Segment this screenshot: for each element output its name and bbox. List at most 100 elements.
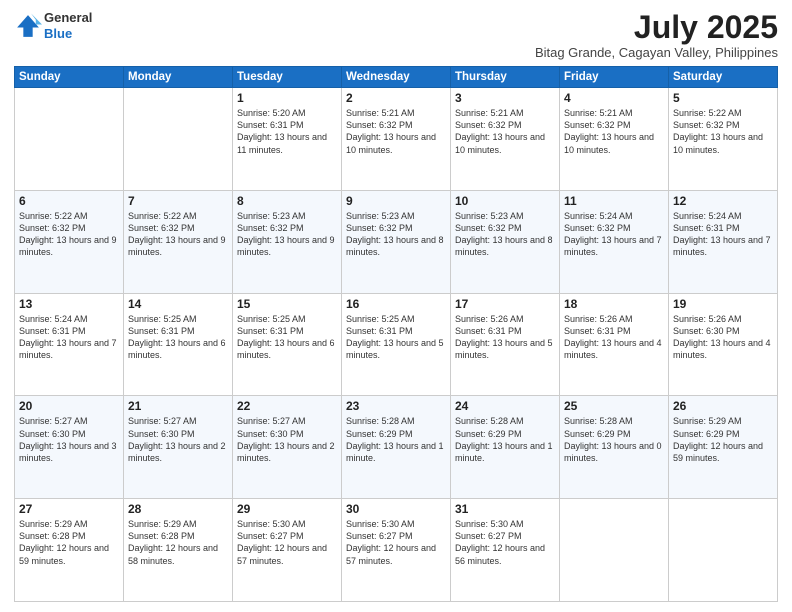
calendar-cell [15,88,124,191]
weekday-header: Saturday [669,67,778,88]
day-number: 5 [673,91,773,105]
calendar-cell: 18 Sunrise: 5:26 AM Sunset: 6:31 PM Dayli… [560,293,669,396]
day-number: 17 [455,297,555,311]
calendar-body: 1 Sunrise: 5:20 AM Sunset: 6:31 PM Daylig… [15,88,778,602]
day-number: 8 [237,194,337,208]
calendar-cell: 7 Sunrise: 5:22 AM Sunset: 6:32 PM Daylig… [124,190,233,293]
weekday-row: SundayMondayTuesdayWednesdayThursdayFrid… [15,67,778,88]
calendar-week-row: 27 Sunrise: 5:29 AM Sunset: 6:28 PM Dayli… [15,499,778,602]
calendar-cell [124,88,233,191]
day-detail: Sunrise: 5:27 AM Sunset: 6:30 PM Dayligh… [237,415,337,464]
logo-general: General [44,10,92,26]
day-detail: Sunrise: 5:21 AM Sunset: 6:32 PM Dayligh… [564,107,664,156]
page: General Blue July 2025 Bitag Grande, Cag… [0,0,792,612]
calendar-cell: 27 Sunrise: 5:29 AM Sunset: 6:28 PM Dayli… [15,499,124,602]
day-number: 2 [346,91,446,105]
day-detail: Sunrise: 5:27 AM Sunset: 6:30 PM Dayligh… [128,415,228,464]
logo-blue: Blue [44,26,92,42]
calendar-cell: 26Sunrise: 5:29 AM Sunset: 6:29 PM Dayli… [669,396,778,499]
day-detail: Sunrise: 5:25 AM Sunset: 6:31 PM Dayligh… [237,313,337,362]
logo-text: General Blue [44,10,92,41]
day-number: 10 [455,194,555,208]
day-number: 6 [19,194,119,208]
calendar-cell: 25 Sunrise: 5:28 AM Sunset: 6:29 PM Dayli… [560,396,669,499]
calendar-cell [669,499,778,602]
calendar-week-row: 6 Sunrise: 5:22 AM Sunset: 6:32 PM Daylig… [15,190,778,293]
calendar-cell: 14Sunrise: 5:25 AM Sunset: 6:31 PM Dayli… [124,293,233,396]
calendar-cell: 23Sunrise: 5:28 AM Sunset: 6:29 PM Dayli… [342,396,451,499]
day-detail: Sunrise: 5:29 AM Sunset: 6:28 PM Dayligh… [128,518,228,567]
day-detail: Sunrise: 5:24 AM Sunset: 6:31 PM Dayligh… [19,313,119,362]
day-detail: Sunrise: 5:27 AM Sunset: 6:30 PM Dayligh… [19,415,119,464]
day-number: 23 [346,399,446,413]
day-number: 12 [673,194,773,208]
day-number: 27 [19,502,119,516]
day-detail: Sunrise: 5:26 AM Sunset: 6:30 PM Dayligh… [673,313,773,362]
calendar-cell: 20Sunrise: 5:27 AM Sunset: 6:30 PM Dayli… [15,396,124,499]
calendar-cell: 5 Sunrise: 5:22 AM Sunset: 6:32 PM Daylig… [669,88,778,191]
header: General Blue July 2025 Bitag Grande, Cag… [14,10,778,60]
calendar-cell: 2 Sunrise: 5:21 AM Sunset: 6:32 PM Daylig… [342,88,451,191]
day-number: 26 [673,399,773,413]
calendar-cell: 13 Sunrise: 5:24 AM Sunset: 6:31 PM Dayli… [15,293,124,396]
day-detail: Sunrise: 5:23 AM Sunset: 6:32 PM Dayligh… [346,210,446,259]
calendar-cell: 3Sunrise: 5:21 AM Sunset: 6:32 PM Daylig… [451,88,560,191]
calendar-week-row: 13 Sunrise: 5:24 AM Sunset: 6:31 PM Dayli… [15,293,778,396]
calendar-cell: 10Sunrise: 5:23 AM Sunset: 6:32 PM Dayli… [451,190,560,293]
calendar-cell: 8Sunrise: 5:23 AM Sunset: 6:32 PM Daylig… [233,190,342,293]
month-year: July 2025 [535,10,778,45]
day-number: 19 [673,297,773,311]
day-detail: Sunrise: 5:26 AM Sunset: 6:31 PM Dayligh… [564,313,664,362]
calendar-cell: 11Sunrise: 5:24 AM Sunset: 6:32 PM Dayli… [560,190,669,293]
calendar-cell [560,499,669,602]
calendar-header: SundayMondayTuesdayWednesdayThursdayFrid… [15,67,778,88]
day-number: 7 [128,194,228,208]
day-detail: Sunrise: 5:20 AM Sunset: 6:31 PM Dayligh… [237,107,337,156]
day-number: 13 [19,297,119,311]
day-detail: Sunrise: 5:22 AM Sunset: 6:32 PM Dayligh… [128,210,228,259]
day-detail: Sunrise: 5:28 AM Sunset: 6:29 PM Dayligh… [564,415,664,464]
logo: General Blue [14,10,92,41]
weekday-header: Monday [124,67,233,88]
day-number: 15 [237,297,337,311]
day-number: 4 [564,91,664,105]
day-number: 31 [455,502,555,516]
day-number: 28 [128,502,228,516]
calendar-week-row: 20Sunrise: 5:27 AM Sunset: 6:30 PM Dayli… [15,396,778,499]
day-number: 25 [564,399,664,413]
day-number: 22 [237,399,337,413]
calendar-cell: 1 Sunrise: 5:20 AM Sunset: 6:31 PM Daylig… [233,88,342,191]
calendar-cell: 9Sunrise: 5:23 AM Sunset: 6:32 PM Daylig… [342,190,451,293]
day-detail: Sunrise: 5:30 AM Sunset: 6:27 PM Dayligh… [346,518,446,567]
calendar-cell: 29Sunrise: 5:30 AM Sunset: 6:27 PM Dayli… [233,499,342,602]
day-detail: Sunrise: 5:25 AM Sunset: 6:31 PM Dayligh… [128,313,228,362]
calendar-cell: 21Sunrise: 5:27 AM Sunset: 6:30 PM Dayli… [124,396,233,499]
day-number: 3 [455,91,555,105]
day-number: 16 [346,297,446,311]
day-detail: Sunrise: 5:21 AM Sunset: 6:32 PM Dayligh… [346,107,446,156]
weekday-header: Tuesday [233,67,342,88]
calendar-cell: 30Sunrise: 5:30 AM Sunset: 6:27 PM Dayli… [342,499,451,602]
weekday-header: Wednesday [342,67,451,88]
day-number: 18 [564,297,664,311]
calendar-cell: 17Sunrise: 5:26 AM Sunset: 6:31 PM Dayli… [451,293,560,396]
calendar-cell: 6 Sunrise: 5:22 AM Sunset: 6:32 PM Daylig… [15,190,124,293]
day-detail: Sunrise: 5:30 AM Sunset: 6:27 PM Dayligh… [237,518,337,567]
calendar-cell: 12Sunrise: 5:24 AM Sunset: 6:31 PM Dayli… [669,190,778,293]
calendar-cell: 16 Sunrise: 5:25 AM Sunset: 6:31 PM Dayli… [342,293,451,396]
day-detail: Sunrise: 5:30 AM Sunset: 6:27 PM Dayligh… [455,518,555,567]
day-number: 24 [455,399,555,413]
day-detail: Sunrise: 5:29 AM Sunset: 6:28 PM Dayligh… [19,518,119,567]
calendar-cell: 19 Sunrise: 5:26 AM Sunset: 6:30 PM Dayli… [669,293,778,396]
day-detail: Sunrise: 5:22 AM Sunset: 6:32 PM Dayligh… [673,107,773,156]
weekday-header: Sunday [15,67,124,88]
day-number: 1 [237,91,337,105]
calendar-cell: 15 Sunrise: 5:25 AM Sunset: 6:31 PM Dayli… [233,293,342,396]
day-detail: Sunrise: 5:22 AM Sunset: 6:32 PM Dayligh… [19,210,119,259]
day-detail: Sunrise: 5:25 AM Sunset: 6:31 PM Dayligh… [346,313,446,362]
calendar: SundayMondayTuesdayWednesdayThursdayFrid… [14,66,778,602]
location: Bitag Grande, Cagayan Valley, Philippine… [535,45,778,60]
logo-icon [14,12,42,40]
calendar-week-row: 1 Sunrise: 5:20 AM Sunset: 6:31 PM Daylig… [15,88,778,191]
calendar-cell: 22 Sunrise: 5:27 AM Sunset: 6:30 PM Dayli… [233,396,342,499]
